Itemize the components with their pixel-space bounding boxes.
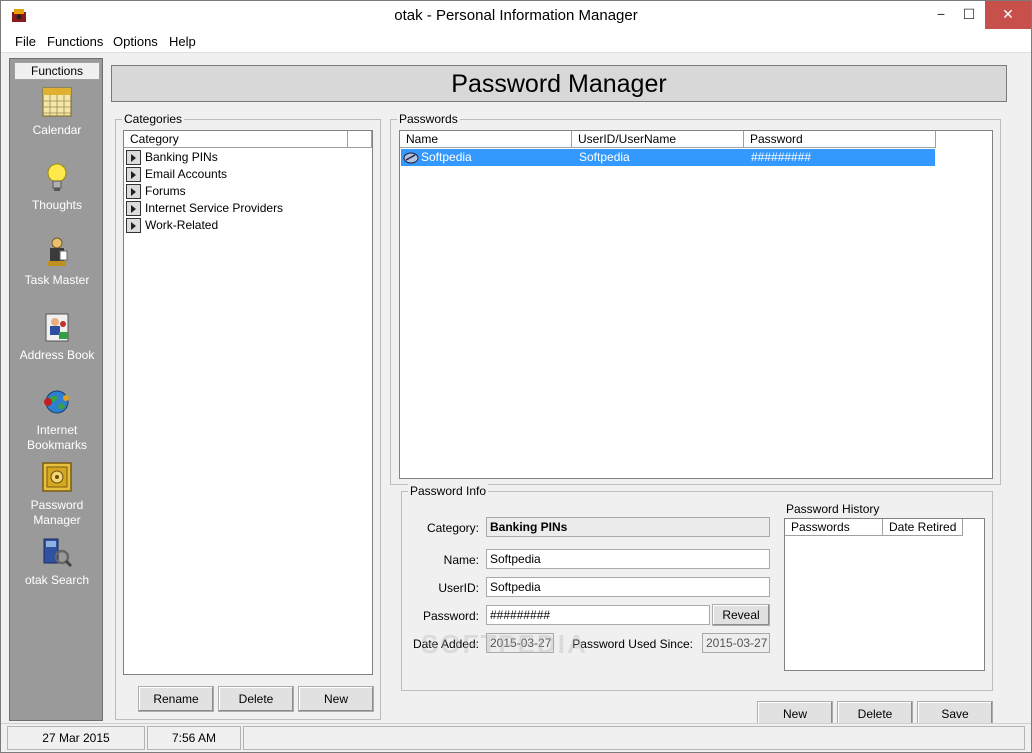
folder-icon bbox=[126, 201, 141, 216]
passwords-list[interactable]: Name UserID/UserName Password Softpedia … bbox=[399, 130, 993, 479]
name-column-header[interactable]: Name bbox=[400, 131, 572, 148]
password-row-userid: Softpedia bbox=[579, 150, 630, 164]
category-label: Internet Service Providers bbox=[145, 201, 284, 215]
app-window: otak - Personal Information Manager − ☐ … bbox=[0, 0, 1032, 753]
category-field: Banking PINs bbox=[486, 517, 770, 537]
password-info-group-label: Password Info bbox=[408, 484, 489, 498]
function-label: Address Book bbox=[19, 348, 95, 362]
password-field[interactable]: ######### bbox=[486, 605, 710, 625]
function-calendar[interactable]: Calendar bbox=[10, 85, 104, 138]
reveal-button[interactable]: Reveal bbox=[712, 604, 770, 626]
category-column-header[interactable]: Category bbox=[124, 131, 348, 148]
functions-header: Functions bbox=[14, 62, 100, 80]
passwords-group: Passwords Name UserID/UserName Password … bbox=[390, 112, 1001, 485]
password-history-list[interactable]: Passwords Date Retired bbox=[784, 518, 985, 671]
search-icon bbox=[43, 538, 73, 568]
status-bar: 27 Mar 2015 7:56 AM bbox=[1, 723, 1031, 752]
function-thoughts[interactable]: Thoughts bbox=[10, 160, 104, 213]
function-password-manager[interactable]: Password Manager bbox=[10, 460, 104, 528]
rename-category-button[interactable]: Rename bbox=[138, 686, 214, 712]
window-title: otak - Personal Information Manager bbox=[394, 7, 638, 24]
column-header-spacer bbox=[348, 131, 372, 148]
name-label: Name: bbox=[443, 553, 479, 567]
maximize-button[interactable]: ☐ bbox=[955, 1, 983, 29]
status-date: 27 Mar 2015 bbox=[7, 726, 145, 750]
delete-category-button[interactable]: Delete bbox=[218, 686, 294, 712]
function-internet-bookmarks[interactable]: Internet Bookmarks bbox=[10, 385, 104, 453]
calendar-icon bbox=[42, 87, 72, 117]
function-label: Internet Bookmarks bbox=[26, 423, 88, 452]
lightbulb-icon bbox=[47, 163, 67, 191]
key-icon bbox=[403, 152, 419, 164]
category-label: Work-Related bbox=[145, 218, 219, 232]
status-time: 7:56 AM bbox=[147, 726, 241, 750]
function-task-master[interactable]: Task Master bbox=[10, 235, 104, 288]
password-info-group: Password Info Category: Banking PINs Nam… bbox=[401, 484, 993, 691]
function-address-book[interactable]: Address Book bbox=[10, 310, 104, 363]
category-label: Email Accounts bbox=[145, 167, 228, 181]
watermark: SOFTPEDIA bbox=[421, 629, 588, 659]
menu-functions[interactable]: Functions bbox=[47, 34, 103, 49]
menu-file[interactable]: File bbox=[15, 34, 36, 49]
function-label: otak Search bbox=[24, 573, 90, 587]
userid-column-header[interactable]: UserID/UserName bbox=[572, 131, 744, 148]
category-label: Forums bbox=[145, 184, 186, 198]
userid-label: UserID: bbox=[438, 581, 479, 595]
function-label: Password Manager bbox=[30, 498, 84, 527]
password-row-password: ######### bbox=[751, 150, 812, 164]
safe-icon bbox=[42, 462, 72, 492]
category-label: Banking PINs bbox=[145, 150, 218, 164]
title-bar[interactable]: otak - Personal Information Manager − ☐ … bbox=[1, 1, 1031, 31]
password-row-name: Softpedia bbox=[421, 150, 472, 164]
userid-field[interactable]: Softpedia bbox=[486, 577, 770, 597]
function-otak-search[interactable]: otak Search bbox=[10, 535, 104, 588]
folder-icon bbox=[126, 150, 141, 165]
page-title: Password Manager bbox=[451, 70, 667, 98]
categories-group-label: Categories bbox=[122, 112, 185, 126]
menu-options[interactable]: Options bbox=[113, 34, 158, 49]
status-message bbox=[243, 726, 1025, 750]
table-row[interactable]: Softpedia Softpedia ######### bbox=[401, 149, 935, 166]
menu-bar: File Functions Options Help bbox=[1, 31, 1031, 53]
task-master-icon bbox=[48, 237, 68, 266]
globe-icon bbox=[44, 390, 69, 414]
address-book-icon bbox=[45, 313, 69, 342]
categories-list[interactable]: Category Banking PINs Email Accounts For… bbox=[123, 130, 373, 675]
function-label: Task Master bbox=[24, 273, 90, 287]
folder-icon bbox=[126, 167, 141, 182]
minimize-button[interactable]: − bbox=[927, 1, 955, 29]
category-label: Category: bbox=[426, 521, 479, 535]
folder-icon bbox=[126, 184, 141, 199]
new-category-button[interactable]: New bbox=[298, 686, 374, 712]
menu-help[interactable]: Help bbox=[169, 34, 196, 49]
page-header: Password Manager bbox=[111, 65, 1007, 102]
functions-pane: Functions Calendar Thoughts Task Master … bbox=[9, 58, 103, 721]
function-label: Calendar bbox=[32, 123, 82, 137]
name-field[interactable]: Softpedia bbox=[486, 549, 770, 569]
password-column-header[interactable]: Password bbox=[744, 131, 936, 148]
function-label: Thoughts bbox=[31, 198, 83, 212]
passwords-group-label: Passwords bbox=[397, 112, 460, 126]
password-history-label: Password History bbox=[786, 502, 880, 516]
history-date-retired-column-header[interactable]: Date Retired bbox=[883, 519, 963, 536]
history-passwords-column-header[interactable]: Passwords bbox=[785, 519, 883, 536]
categories-group: Categories Category Banking PINs Email A… bbox=[115, 112, 381, 720]
used-since-field: 2015-03-27 bbox=[702, 633, 770, 653]
folder-icon bbox=[126, 218, 141, 233]
close-button[interactable]: ✕ bbox=[985, 1, 1031, 29]
password-label: Password: bbox=[422, 609, 479, 623]
